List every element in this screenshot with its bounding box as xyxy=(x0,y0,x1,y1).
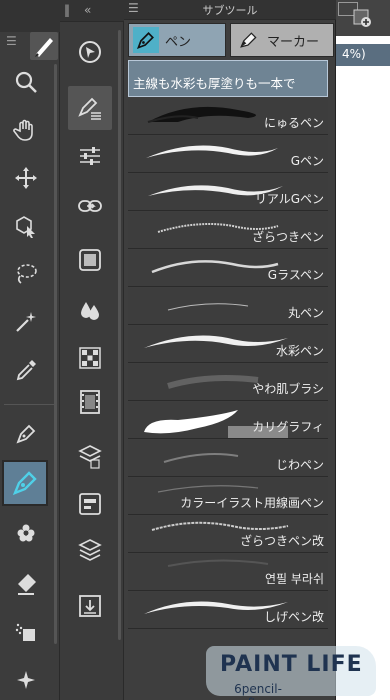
film-icon[interactable] xyxy=(72,384,108,420)
decoration-icon[interactable] xyxy=(8,516,44,552)
move-icon[interactable] xyxy=(8,160,44,196)
current-tool-indicator xyxy=(30,32,58,60)
list-item[interactable]: 水彩ペン xyxy=(128,326,328,363)
palette-menu-icon[interactable]: ☰ xyxy=(6,34,20,48)
list-item[interactable]: カラーイラスト用線画ペン xyxy=(128,478,328,515)
tool-palette: ☰ xyxy=(0,0,60,700)
subtool-group-palette: ‖ « xyxy=(60,0,124,700)
layers-stack-icon[interactable] xyxy=(72,438,108,474)
list-item[interactable]: カリグラフィ xyxy=(128,402,328,439)
vector-brush-icon[interactable] xyxy=(68,86,112,130)
canvas-area[interactable]: 4%) xyxy=(336,0,390,700)
brush-name: 水彩ペン xyxy=(275,344,324,358)
tool-palette-header xyxy=(0,0,60,32)
eraser-icon[interactable] xyxy=(8,566,44,602)
tool-separator xyxy=(4,404,54,405)
brush-name: Gペン xyxy=(290,154,324,168)
list-item[interactable]: Gラスペン xyxy=(128,250,328,287)
list-item[interactable]: やわ肌ブラシ xyxy=(128,364,328,401)
sparkle-icon[interactable] xyxy=(8,662,44,698)
sliders-icon[interactable] xyxy=(72,138,108,174)
tool-scrollbar[interactable] xyxy=(54,64,57,644)
add-canvas-icon[interactable] xyxy=(352,8,372,28)
brush-name: じわペン xyxy=(275,458,324,472)
object-select-icon[interactable] xyxy=(8,208,44,244)
eyedropper-icon[interactable] xyxy=(8,352,44,388)
operation-icon[interactable] xyxy=(72,34,108,70)
grip-icon[interactable]: ‖ xyxy=(64,3,70,17)
brush-name: にゅるペン xyxy=(263,116,324,130)
brush-name: カラーイラスト用線画ペン xyxy=(180,496,324,510)
brush-name: ざらつきペン xyxy=(251,230,324,244)
canvas-toolbar xyxy=(336,0,390,36)
pen-icon[interactable] xyxy=(8,416,44,452)
brush-name: リアルGペン xyxy=(254,192,324,206)
pattern-icon[interactable] xyxy=(72,340,108,376)
drops-icon[interactable] xyxy=(72,292,108,328)
list-item[interactable]: リアルGペン xyxy=(128,174,328,211)
zoom-readout: 4%) xyxy=(342,47,366,61)
brush-name: やわ肌ブラシ xyxy=(252,382,324,396)
tab-label: マーカー xyxy=(267,34,320,50)
list-item[interactable]: ざらつきペン xyxy=(128,212,328,249)
brush-name: ざらつきペン改 xyxy=(239,534,324,548)
tab-marker[interactable]: マーカー xyxy=(230,23,334,57)
list-item[interactable]: Gペン xyxy=(128,136,328,173)
brush-name: Gラスペン xyxy=(267,268,324,282)
list-item[interactable]: 연필 부라쉬 xyxy=(128,554,328,591)
subtool-group-scrollbar[interactable] xyxy=(118,30,121,640)
panel-title: サブツール xyxy=(202,4,258,17)
list-item[interactable]: ざらつきペン改 xyxy=(128,516,328,553)
magic-wand-icon[interactable] xyxy=(8,304,44,340)
watermark: PAINT LIFE 6pencil-soft xyxy=(206,646,376,700)
brush-name: しげペン改 xyxy=(263,610,324,624)
list-item[interactable]: 主線も水彩も厚塗りも一本で xyxy=(128,60,328,97)
brush-name: 主線も水彩も厚塗りも一本で xyxy=(133,76,296,91)
marker-tab-icon xyxy=(235,27,261,53)
hand-icon[interactable] xyxy=(8,112,44,148)
fill-icon[interactable] xyxy=(8,614,44,650)
list-item[interactable]: 丸ペン xyxy=(128,288,328,325)
lasso-icon[interactable] xyxy=(8,256,44,292)
brush-name: 丸ペン xyxy=(287,306,324,320)
link-icon[interactable] xyxy=(72,188,108,224)
tab-pen[interactable]: ペン xyxy=(128,23,226,57)
layers-icon[interactable] xyxy=(72,532,108,568)
subtool-panel-header: ☰ サブツール xyxy=(124,0,336,20)
tab-label: ペン xyxy=(165,34,192,50)
brush-name: カリグラフィ xyxy=(252,420,324,434)
collapse-icon[interactable]: « xyxy=(84,3,91,17)
watermark-subtitle: 6pencil-soft xyxy=(234,682,282,700)
subtool-group-header: ‖ « xyxy=(60,0,124,22)
brush-list: 主線も水彩も厚塗りも一本で にゅるペン Gペン リアルGペン ざらつきペン Gラ… xyxy=(128,60,328,700)
list-item[interactable]: じわペン xyxy=(128,440,328,477)
zoom-icon[interactable] xyxy=(8,64,44,100)
download-icon[interactable] xyxy=(72,588,108,624)
pen-tab-icon xyxy=(133,27,159,53)
watermark-logo: PAINT LIFE xyxy=(220,652,363,677)
brush-name: 연필 부라쉬 xyxy=(264,572,324,586)
subtool-panel: ☰ サブツール ペン マーカー 主線も水彩も厚塗りも一本で にゅるペン Gペン … xyxy=(124,0,336,700)
panel-icon[interactable] xyxy=(72,486,108,522)
gradient-icon[interactable] xyxy=(72,242,108,278)
list-item[interactable]: しげペン改 xyxy=(128,592,328,629)
list-item[interactable]: にゅるペン xyxy=(128,98,328,135)
pen-active-icon[interactable] xyxy=(2,460,48,506)
